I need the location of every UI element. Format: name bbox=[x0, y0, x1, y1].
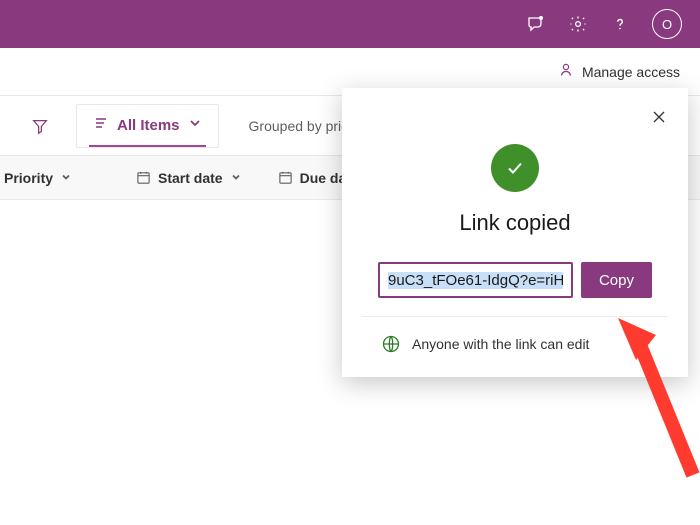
link-permissions-row[interactable]: Anyone with the link can edit bbox=[356, 317, 674, 363]
grouped-by-label[interactable]: Grouped by prio bbox=[235, 118, 349, 134]
dialog-title: Link copied bbox=[352, 210, 678, 236]
filter-icon[interactable] bbox=[20, 104, 60, 148]
success-check-icon bbox=[491, 144, 539, 192]
manage-access-link[interactable]: Manage access bbox=[582, 64, 680, 80]
link-copied-dialog: Link copied Copy Anyone with the link ca… bbox=[342, 88, 688, 377]
link-input[interactable] bbox=[388, 272, 563, 289]
close-button[interactable] bbox=[648, 106, 670, 128]
column-label: Priority bbox=[4, 170, 53, 186]
feedback-icon[interactable] bbox=[526, 14, 546, 34]
calendar-icon bbox=[278, 170, 293, 185]
chevron-down-icon bbox=[188, 116, 202, 135]
view-selector[interactable]: All Items bbox=[76, 104, 219, 148]
link-row: Copy bbox=[362, 262, 668, 317]
copy-button[interactable]: Copy bbox=[581, 262, 652, 298]
avatar[interactable]: O bbox=[652, 9, 682, 39]
app-header: O bbox=[0, 0, 700, 48]
calendar-icon bbox=[136, 170, 151, 185]
gear-icon[interactable] bbox=[568, 14, 588, 34]
person-icon bbox=[558, 62, 574, 81]
help-icon[interactable] bbox=[610, 14, 630, 34]
globe-icon bbox=[380, 333, 402, 355]
chevron-right-icon bbox=[638, 335, 650, 353]
column-start-date[interactable]: Start date bbox=[132, 170, 246, 186]
permission-text: Anyone with the link can edit bbox=[412, 336, 628, 352]
view-selector-label: All Items bbox=[117, 117, 180, 134]
column-label: Start date bbox=[158, 170, 223, 186]
chevron-down-icon bbox=[60, 170, 72, 186]
link-field[interactable] bbox=[378, 262, 573, 298]
chevron-down-icon bbox=[230, 170, 242, 186]
column-priority[interactable]: Priority bbox=[0, 170, 76, 186]
list-icon bbox=[93, 115, 109, 136]
